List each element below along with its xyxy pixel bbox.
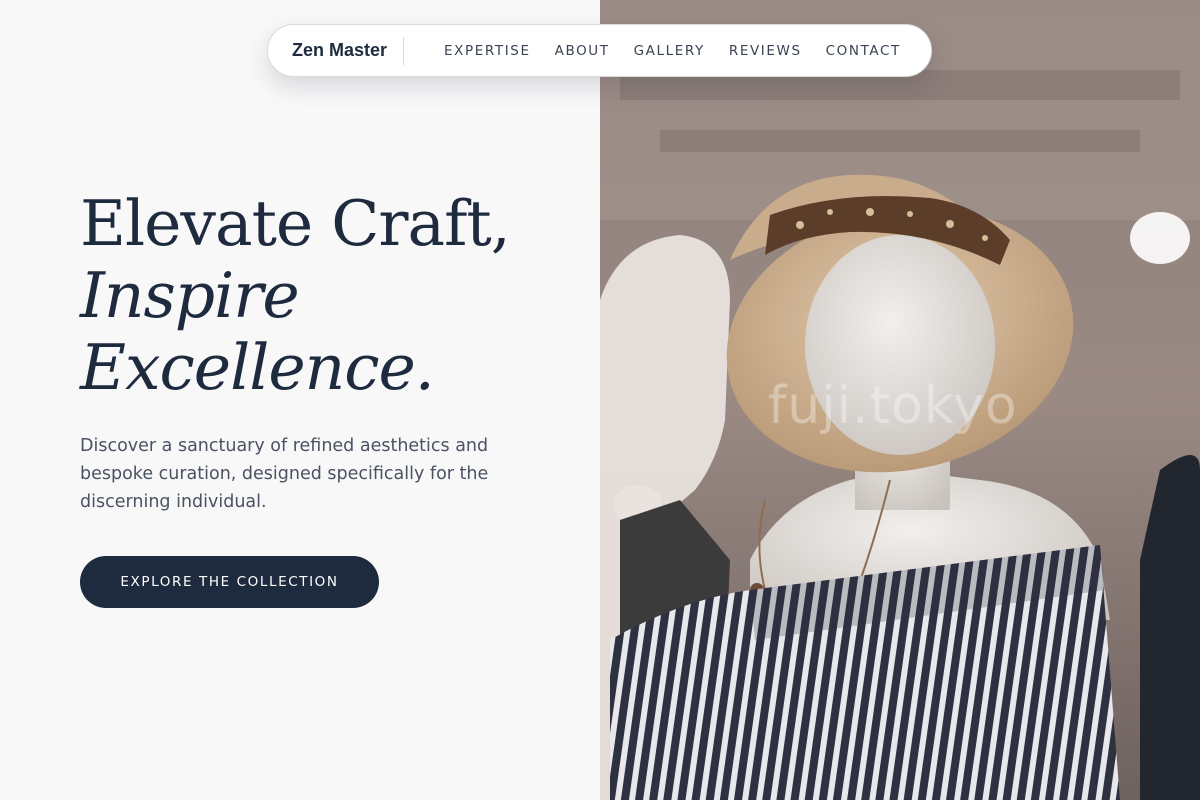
nav-links: EXPERTISE ABOUT GALLERY REVIEWS CONTACT xyxy=(444,43,901,59)
hero-image: fuji.tokyo xyxy=(600,0,1200,800)
nav-link-contact[interactable]: CONTACT xyxy=(826,43,901,59)
nav-divider xyxy=(403,36,405,65)
explore-collection-button[interactable]: EXPLORE THE COLLECTION xyxy=(80,556,379,608)
hero-headline: Elevate Craft, Inspire Excellence. xyxy=(80,187,511,404)
headline-line-1: Elevate Craft, xyxy=(80,187,511,260)
nav-link-expertise[interactable]: EXPERTISE xyxy=(444,43,531,59)
headline-line-2: Inspire xyxy=(80,259,300,332)
hero-description: Discover a sanctuary of refined aestheti… xyxy=(80,436,489,512)
watermark: fuji.tokyo xyxy=(768,376,1018,436)
nav-link-about[interactable]: ABOUT xyxy=(555,43,610,59)
top-navigation: Zen Master EXPERTISE ABOUT GALLERY REVIE… xyxy=(267,24,932,77)
nav-link-gallery[interactable]: GALLERY xyxy=(634,43,705,59)
hero-left-panel: Elevate Craft, Inspire Excellence. Disco… xyxy=(0,0,600,800)
nav-link-reviews[interactable]: REVIEWS xyxy=(729,43,802,59)
brand-logo[interactable]: Zen Master xyxy=(292,40,387,61)
headline-line-3: Excellence. xyxy=(80,331,435,404)
